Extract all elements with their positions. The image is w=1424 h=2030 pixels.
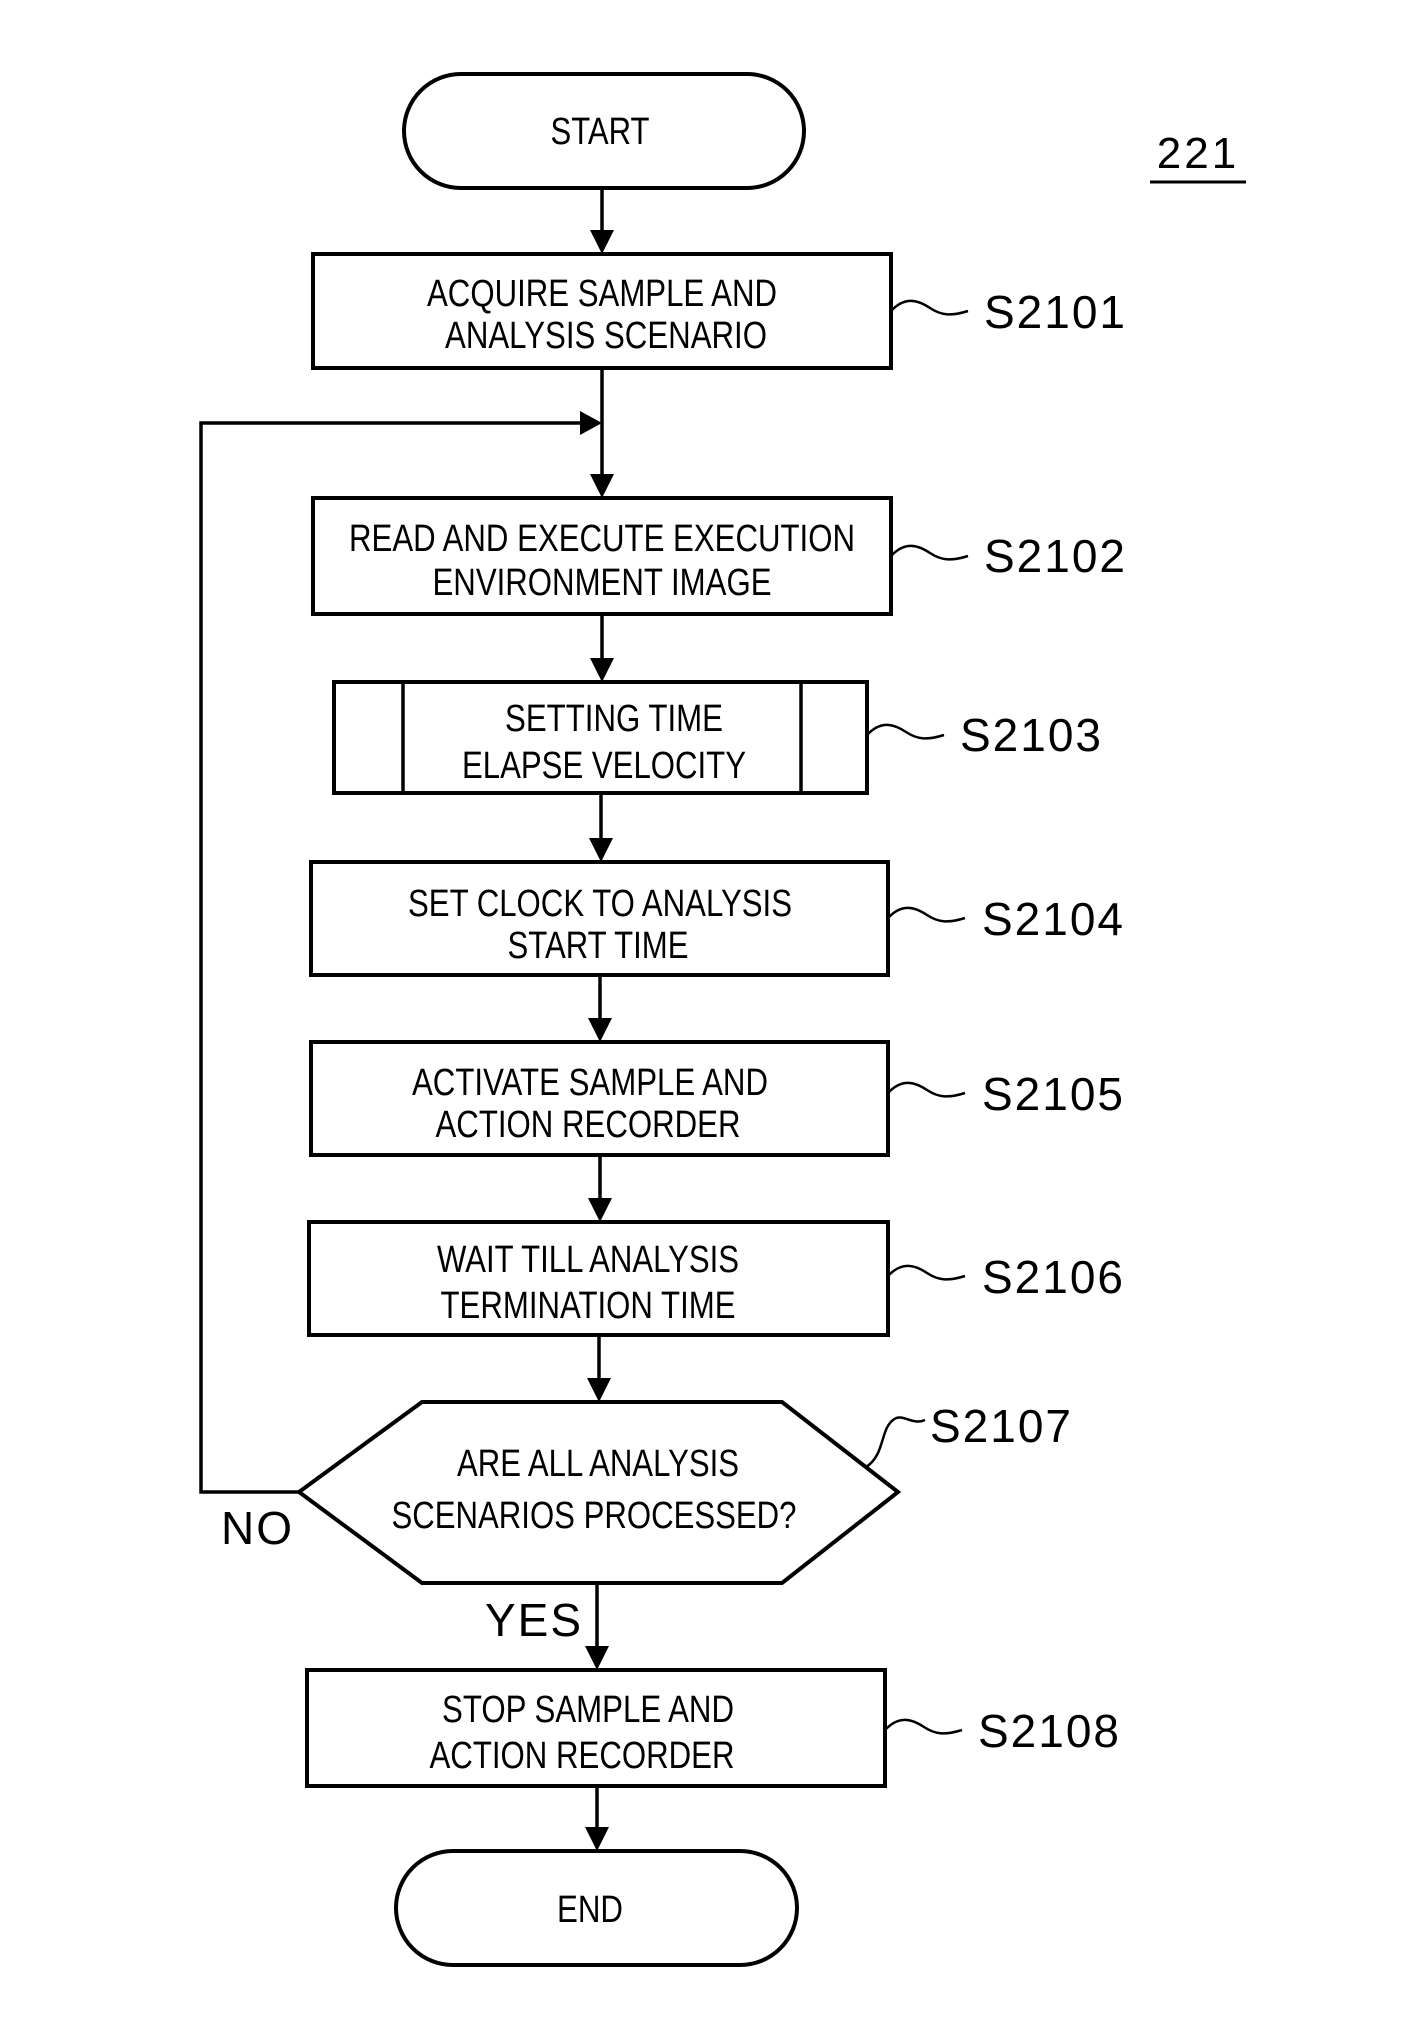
step-id-label: S2107 — [930, 1400, 1073, 1452]
step-s2104: SET CLOCK TO ANALYSIS START TIME S2104 — [309, 860, 1125, 977]
step-text-line-1: WAIT TILL ANALYSIS — [437, 1239, 739, 1281]
leader-line — [866, 723, 945, 740]
step-id-label: S2101 — [984, 286, 1127, 338]
step-text-line-1: READ AND EXECUTE EXECUTION — [349, 518, 855, 560]
step-text-line-1: STOP SAMPLE AND — [442, 1689, 734, 1731]
step-id-label: S2105 — [982, 1068, 1125, 1120]
step-text-line-2: ELAPSE VELOCITY — [462, 745, 746, 787]
decision-text-line-1: ARE ALL ANALYSIS — [457, 1443, 739, 1485]
arrowhead — [588, 1018, 612, 1042]
step-id-label: S2102 — [984, 530, 1127, 582]
branch-yes-label: YES — [485, 1594, 583, 1646]
step-text-line-2: ACTION RECORDER — [430, 1735, 735, 1777]
arrowhead — [590, 474, 614, 498]
leader-line — [884, 1718, 963, 1735]
step-s2102: READ AND EXECUTE EXECUTION ENVIRONMENT I… — [311, 496, 1127, 616]
step-id-label: S2106 — [982, 1251, 1125, 1303]
arrowhead — [585, 1827, 609, 1851]
step-id-label: S2103 — [960, 709, 1103, 761]
step-id-label: S2108 — [978, 1705, 1121, 1757]
step-text-line-2: ACTION RECORDER — [436, 1104, 741, 1146]
leader-line — [890, 544, 969, 561]
figure-reference: 221 — [1157, 129, 1239, 178]
leader-line — [887, 906, 966, 923]
step-text-line-2: START TIME — [508, 925, 689, 967]
arrowhead — [580, 411, 602, 435]
arrowhead — [590, 658, 614, 682]
start-terminal: START — [402, 72, 806, 190]
arrowhead — [587, 1378, 611, 1402]
step-s2101: ACQUIRE SAMPLE AND ANALYSIS SCENARIO S21… — [311, 252, 1127, 370]
step-s2105: ACTIVATE SAMPLE AND ACTION RECORDER S210… — [309, 1040, 1125, 1157]
step-text-line-1: ACTIVATE SAMPLE AND — [412, 1062, 768, 1104]
decision-text-line-2: SCENARIOS PROCESSED? — [392, 1495, 797, 1537]
step-s2107: ARE ALL ANALYSIS SCENARIOS PROCESSED? S2… — [295, 1400, 1073, 1585]
step-id-label: S2104 — [982, 893, 1125, 945]
arrowhead — [590, 230, 614, 254]
step-text-line-2: TERMINATION TIME — [441, 1285, 736, 1327]
leader-line — [890, 299, 969, 316]
decision-shape — [295, 1400, 902, 1585]
flowchart: 221 START ACQUIRE SAMPLE AND ANALYSIS SC… — [199, 72, 1246, 1967]
start-label: START — [551, 111, 650, 153]
step-text-line-1: SETTING TIME — [505, 698, 723, 740]
leader-line — [887, 1264, 966, 1281]
end-terminal: END — [394, 1849, 799, 1967]
step-text-line-1: ACQUIRE SAMPLE AND — [427, 273, 777, 315]
branch-no-label: NO — [221, 1502, 294, 1554]
end-label: END — [557, 1889, 623, 1931]
leader-line — [865, 1416, 926, 1469]
arrowhead — [588, 1198, 612, 1222]
arrowhead — [589, 838, 613, 862]
step-s2103: SETTING TIME ELAPSE VELOCITY S2103 — [332, 680, 1103, 795]
arrowhead — [585, 1646, 609, 1670]
step-text-line-2: ANALYSIS SCENARIO — [445, 315, 767, 357]
step-text-line-2: ENVIRONMENT IMAGE — [433, 562, 772, 604]
step-s2106: WAIT TILL ANALYSIS TERMINATION TIME S210… — [307, 1220, 1125, 1337]
step-text-line-1: SET CLOCK TO ANALYSIS — [408, 883, 792, 925]
step-s2108: STOP SAMPLE AND ACTION RECORDER S2108 — [305, 1668, 1121, 1788]
leader-line — [887, 1081, 966, 1098]
